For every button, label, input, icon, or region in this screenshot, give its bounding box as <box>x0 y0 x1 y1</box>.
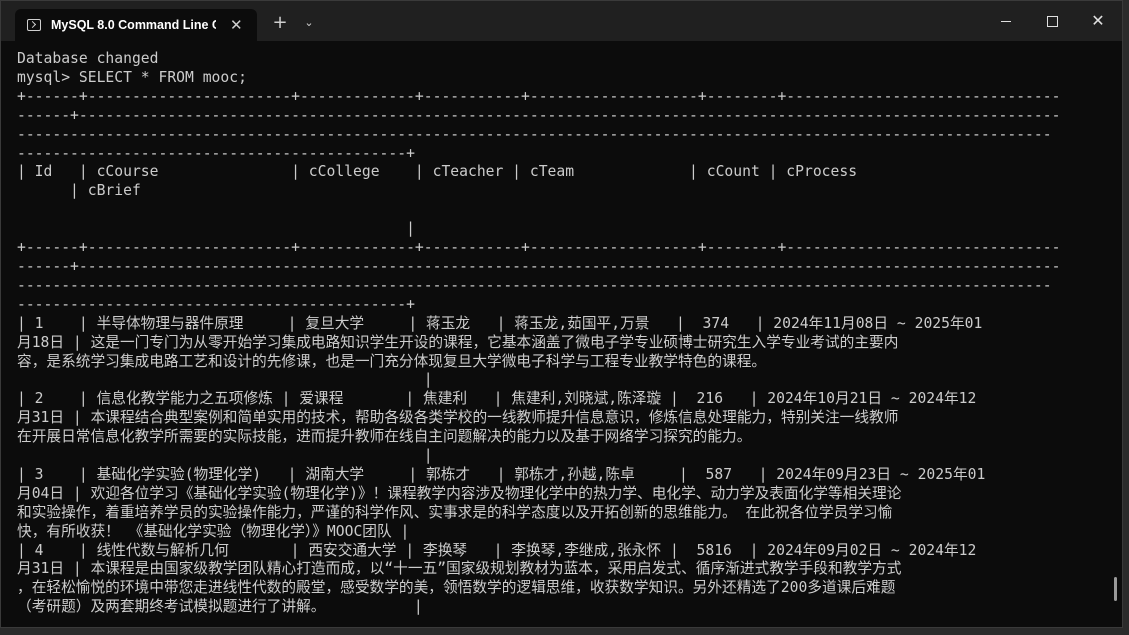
terminal-line: ----------------------------------------… <box>17 295 415 313</box>
terminal-line: | cBrief <box>17 182 141 200</box>
terminal-line: | <box>17 447 433 465</box>
terminal-line: +------+-----------------------+--------… <box>17 87 1061 105</box>
terminal-line: 快，有所收获！ 《基础化学实验（物理化学）》MOOC团队 | <box>17 522 410 540</box>
maximize-button[interactable] <box>1029 1 1075 41</box>
window-edge <box>1123 0 1129 635</box>
terminal-line: ----------------------------------------… <box>17 276 1052 294</box>
terminal-line: ------+---------------------------------… <box>17 257 1061 275</box>
title-bar: MySQL 8.0 Command Line Cli ✕ + ⌄ ✕ <box>1 1 1122 41</box>
tab-title: MySQL 8.0 Command Line Cli <box>51 18 216 32</box>
tab-mysql-command-line[interactable]: MySQL 8.0 Command Line Cli ✕ <box>15 9 257 41</box>
plus-icon[interactable]: + <box>269 12 291 34</box>
terminal-line: | <box>17 220 415 238</box>
scrollbar-thumb[interactable] <box>1114 577 1117 601</box>
close-icon: ✕ <box>1091 11 1105 30</box>
minimize-button[interactable] <box>983 1 1029 41</box>
terminal-line: | 3 | 基础化学实验(物理化学) | 湖南大学 | 郭栋才 | 郭栋才,孙越… <box>17 465 986 483</box>
terminal-line: +------+-----------------------+--------… <box>17 239 1061 257</box>
terminal-line: ------+---------------------------------… <box>17 106 1061 124</box>
terminal-line: 和实验操作，着重培养学员的实验操作能力，严谨的科学作风、实事求是的科学态度以及开… <box>17 503 893 521</box>
terminal-line: Database changed <box>17 50 159 67</box>
terminal-line <box>17 201 1117 220</box>
terminal-icon <box>27 19 41 31</box>
terminal-line: 容，是系统学习集成电路工艺和设计的先修课，也是一门充分体现复旦大学微电子科学与工… <box>17 352 767 370</box>
minimize-icon <box>1001 21 1011 22</box>
terminal-line: | Id | cCourse | cCollege | cTeacher | c… <box>17 163 858 181</box>
terminal-line: | 4 | 线性代数与解析几何 | 西安交通大学 | 李换琴 | 李换琴,李继成… <box>17 541 977 559</box>
maximize-icon <box>1046 16 1058 27</box>
terminal-line: 在开展日常信息化教学所需要的实际技能，进而提升教师在线自主问题解决的能力以及基于… <box>17 428 752 446</box>
terminal-line: mysql> SELECT * FROM mooc; <box>17 68 247 86</box>
terminal-window: MySQL 8.0 Command Line Cli ✕ + ⌄ ✕ Datab… <box>0 0 1123 628</box>
chevron-down-icon[interactable]: ⌄ <box>299 12 319 34</box>
terminal-line: 月31日 | 本课程结合典型案例和简单实用的技术，帮助各级各类学校的一线教师提升… <box>17 409 899 427</box>
close-icon[interactable]: ✕ <box>230 17 243 33</box>
terminal-line: ，在轻松愉悦的环境中带您走进线性代数的殿堂，感受数学的美，领悟数学的逻辑思维，收… <box>17 579 896 597</box>
terminal-line: 月04日 | 欢迎各位学习《基础化学实验(物理化学)》！课程教学内容涉及物理化学… <box>17 484 902 502</box>
terminal-line: ----------------------------------------… <box>17 144 415 162</box>
terminal-line: | <box>17 371 433 389</box>
close-button[interactable]: ✕ <box>1075 1 1121 41</box>
terminal-line: （考研题）及两套期终考试模拟题进行了讲解。 | <box>17 598 423 616</box>
terminal-line: 月31日 | 本课程是由国家级教学团队精心打造而成，以“十一五”国家级规划教材为… <box>17 560 902 578</box>
terminal-line: 月18日 | 这是一门专门为从零开始学习集成电路知识学生开设的课程，它基本涵盖了… <box>17 333 899 351</box>
terminal-line: | 1 | 半导体物理与器件原理 | 复旦大学 | 蒋玉龙 | 蒋玉龙,茹国平,… <box>17 314 983 332</box>
terminal-line: ----------------------------------------… <box>17 125 1052 143</box>
window-edge <box>0 628 1129 635</box>
terminal-output[interactable]: Database changed mysql> SELECT * FROM moo… <box>17 50 1117 626</box>
terminal-line: | 2 | 信息化教学能力之五项修炼 | 爱课程 | 焦建利 | 焦建利,刘晓斌… <box>17 390 977 408</box>
